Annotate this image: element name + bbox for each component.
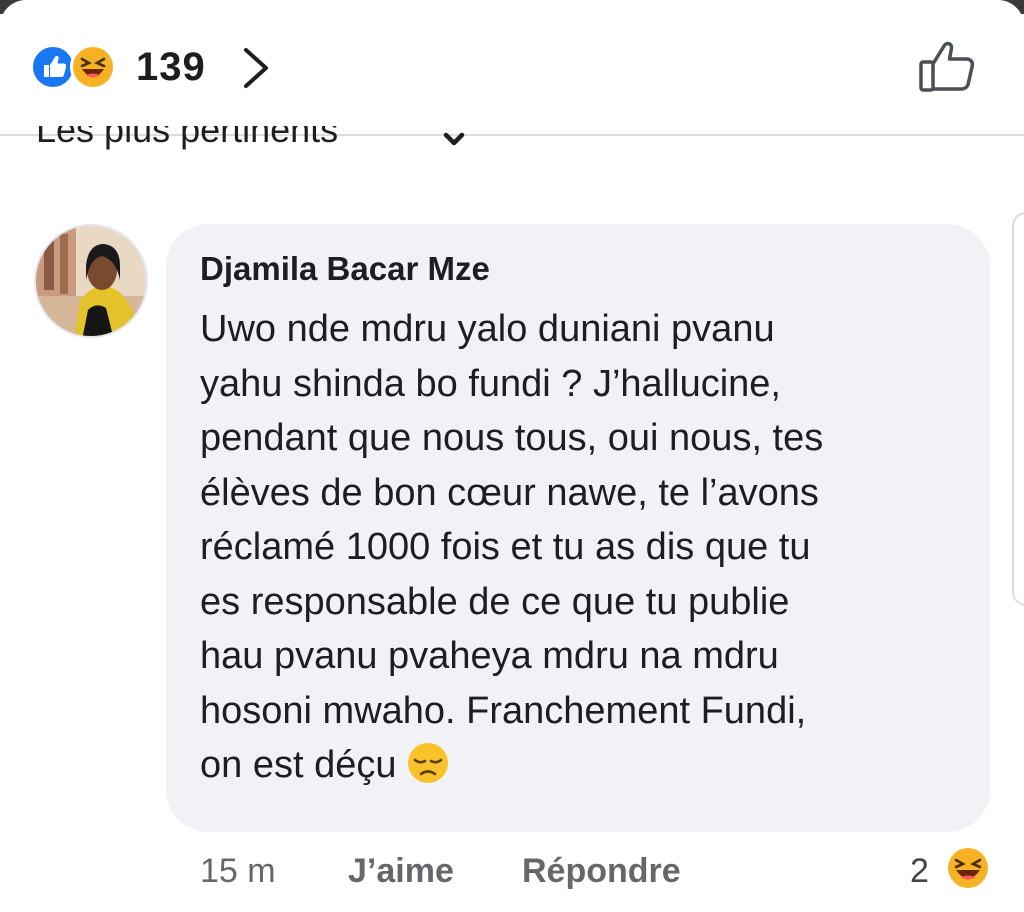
chevron-down-icon[interactable]	[443, 130, 465, 150]
sort-label: Les plus pertinents	[36, 126, 339, 150]
disappointed-face-icon	[406, 741, 450, 785]
sort-selector[interactable]: Les plus pertinents	[36, 126, 338, 156]
comment-author[interactable]: Djamila Bacar Mze	[200, 248, 490, 290]
chevron-right-icon[interactable]	[236, 46, 276, 90]
reply-button[interactable]: Répondre	[522, 852, 681, 891]
reaction-count[interactable]: 139	[136, 42, 206, 92]
avatar[interactable]	[34, 224, 148, 338]
like-button[interactable]: J’aime	[348, 852, 454, 891]
comment-timestamp: 15 m	[200, 852, 276, 890]
comment-reaction-count[interactable]: 2	[910, 852, 929, 891]
thumbs-up-outline-icon[interactable]	[916, 36, 980, 96]
comment-text: Uwo nde mdru yalo duniani pvanu yahu shi…	[200, 302, 980, 793]
comment-actions: 15 m J’aime Répondre 2	[200, 848, 990, 896]
haha-icon[interactable]	[946, 846, 990, 890]
reaction-summary[interactable]	[30, 42, 126, 92]
haha-icon	[70, 44, 116, 90]
comment-text-body: Uwo nde mdru yalo duniani pvanu yahu shi…	[200, 308, 824, 786]
reactions-header: 139	[0, 0, 1024, 136]
next-comment-edge	[1012, 212, 1024, 606]
